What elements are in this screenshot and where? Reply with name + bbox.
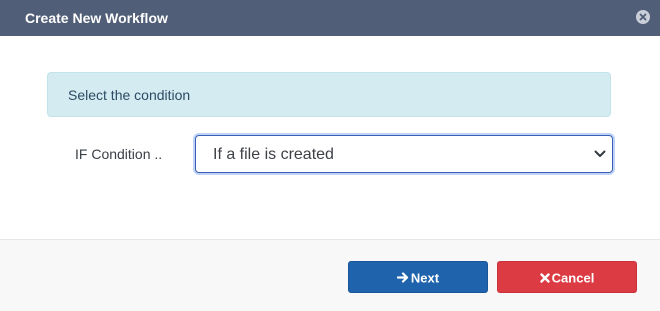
info-alert: Select the condition (47, 72, 611, 117)
dialog-title: Create New Workflow (25, 10, 168, 26)
next-button[interactable]: Next (348, 261, 488, 293)
condition-select[interactable]: If a file is created (195, 135, 613, 173)
condition-select-value: If a file is created (213, 146, 334, 163)
info-text: Select the condition (68, 87, 191, 103)
cancel-button-label: Cancel (551, 270, 595, 286)
chevron-down-icon (594, 150, 606, 157)
cancel-button[interactable]: Cancel (497, 261, 637, 293)
if-condition-label: IF Condition .. (75, 146, 163, 162)
close-icon[interactable] (636, 10, 650, 24)
next-button-label: Next (410, 270, 440, 286)
dialog-header: Create New Workflow (0, 0, 660, 36)
times-icon (539, 272, 550, 283)
create-workflow-dialog: Create New Workflow Select the condition… (0, 0, 660, 311)
dialog-footer: Next Cancel (0, 239, 660, 311)
arrow-right-icon (396, 272, 409, 283)
